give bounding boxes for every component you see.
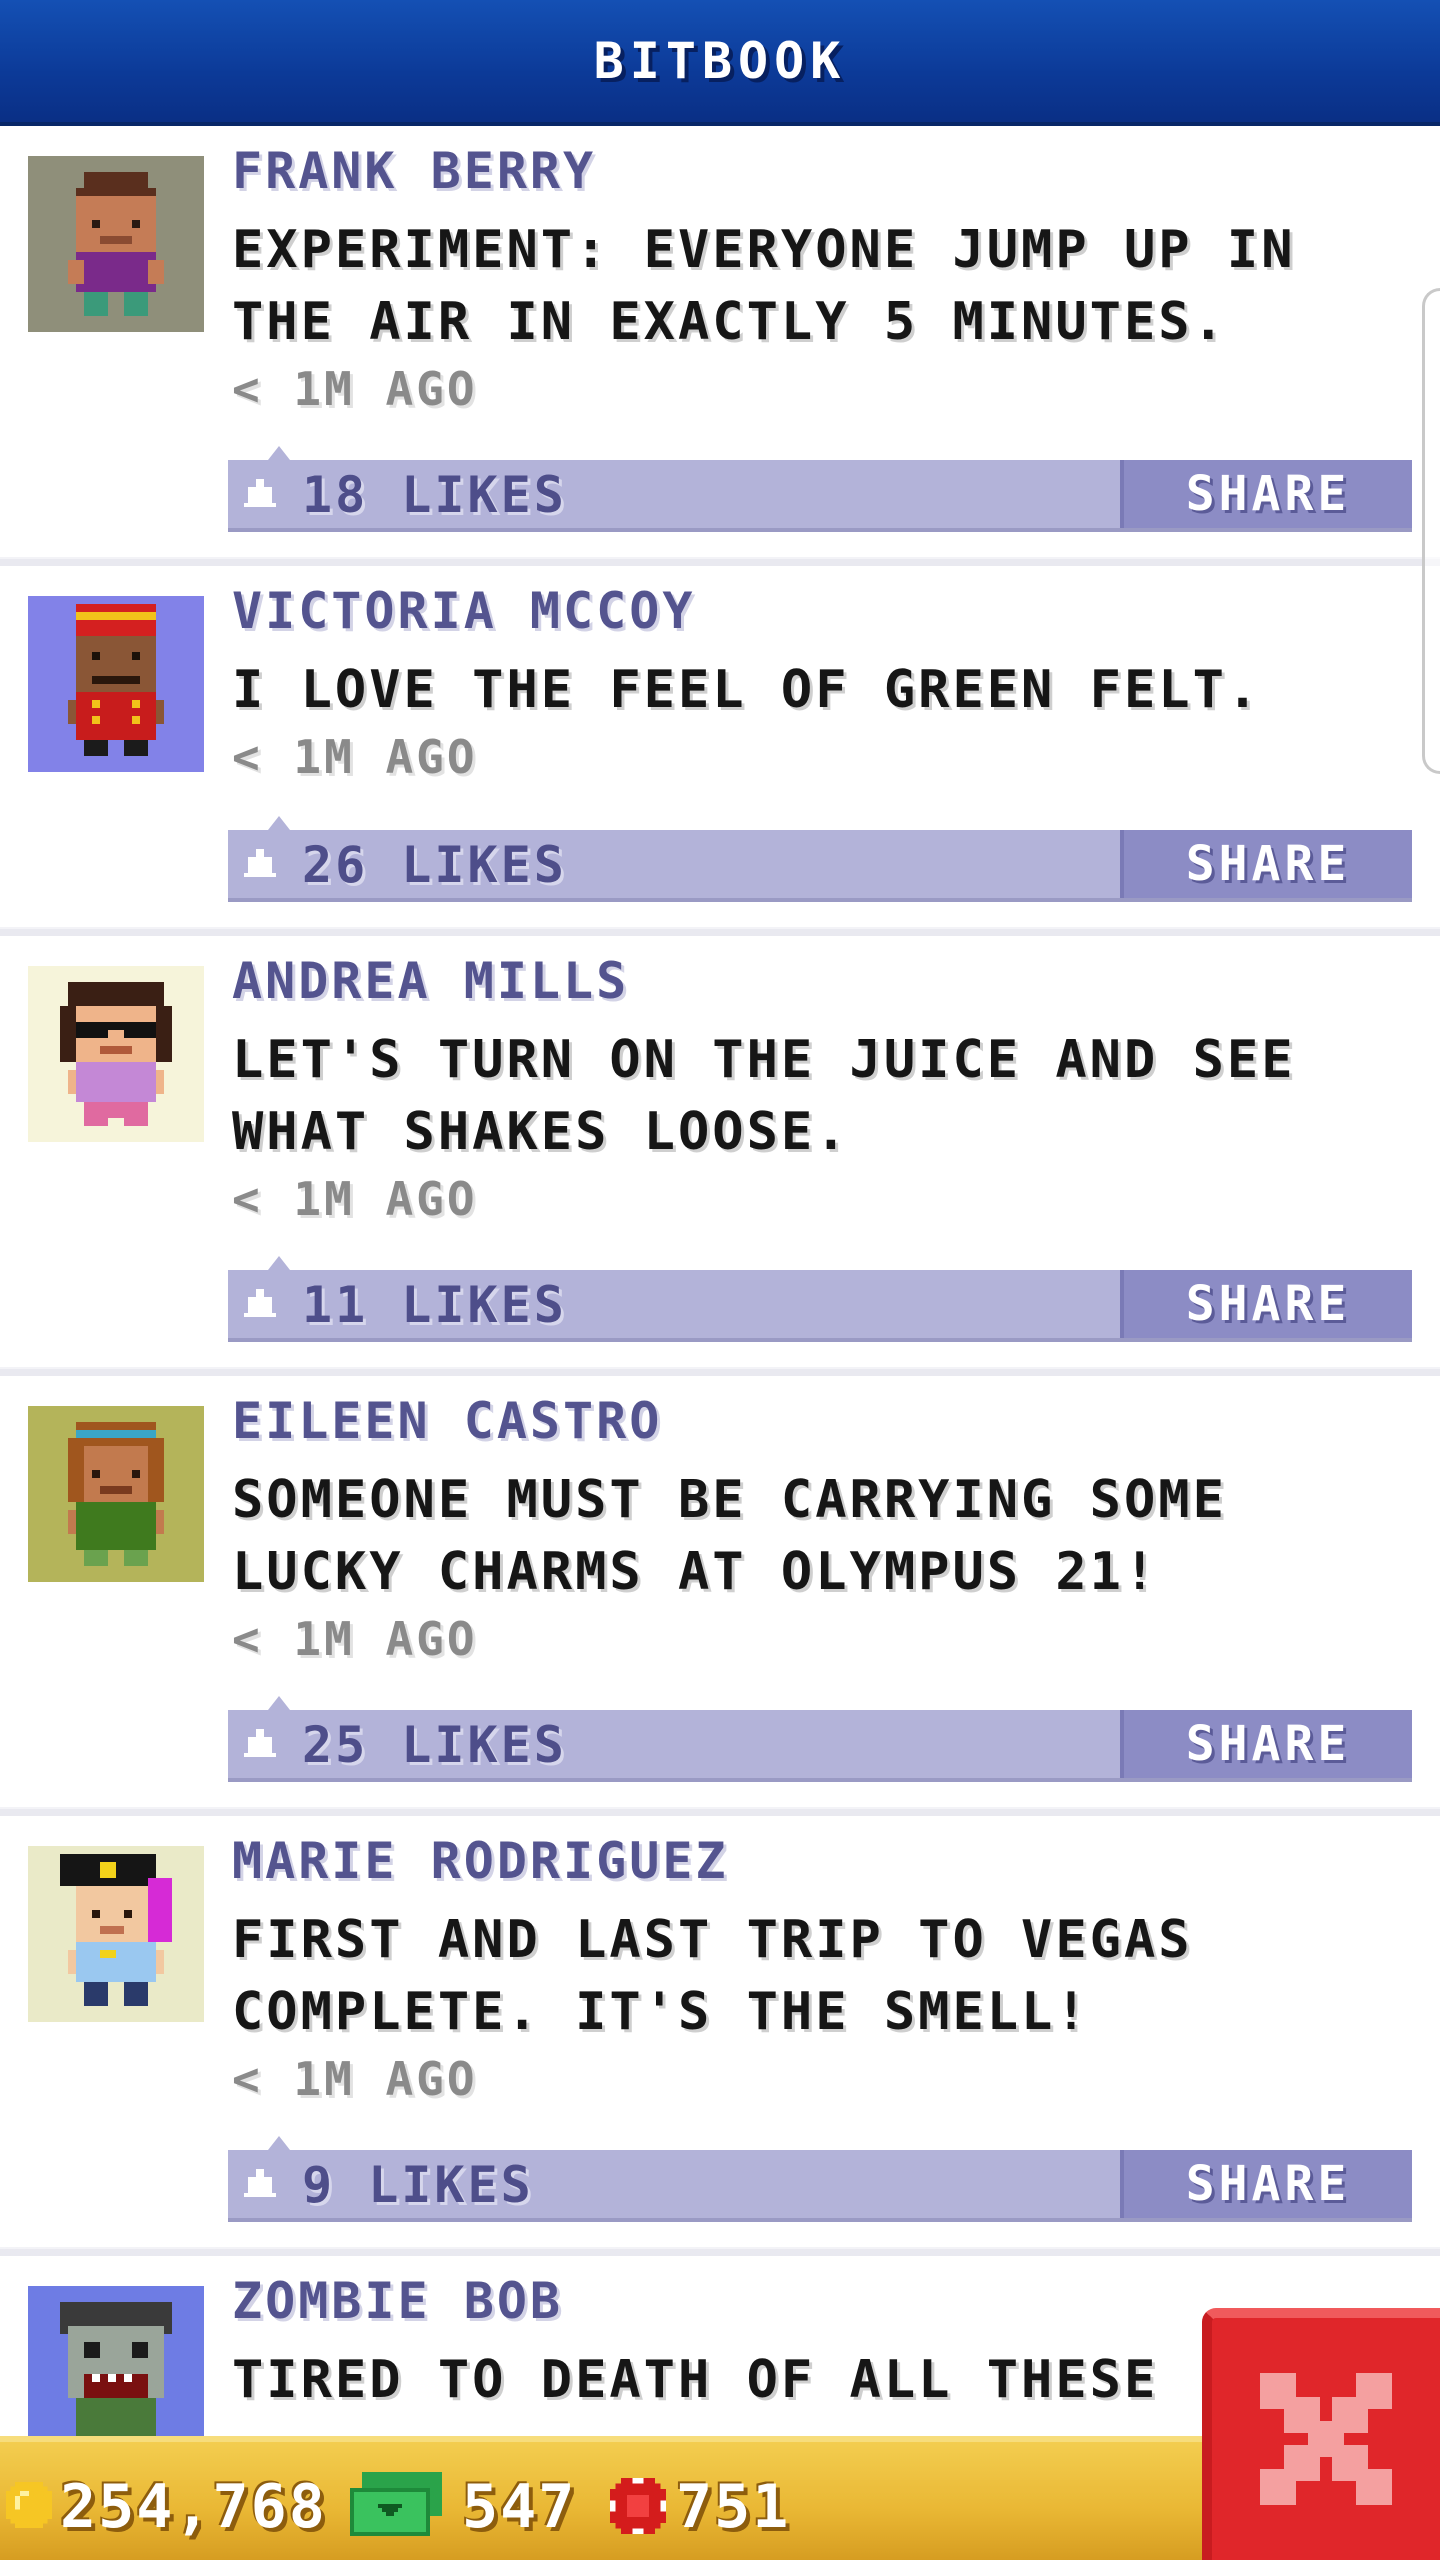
like-count: 9 LIKES xyxy=(302,2156,534,2214)
post-message: I LOVE THE FEEL OF GREEN FELT. xyxy=(232,660,1262,720)
avatar[interactable] xyxy=(28,966,204,1142)
like-bar[interactable]: 25 LIKES SHARE xyxy=(228,1696,1412,1782)
like-count: 26 LIKES xyxy=(302,836,567,894)
share-button[interactable]: SHARE xyxy=(1120,830,1412,898)
like-bar-notch xyxy=(268,2136,290,2150)
like-bar[interactable]: 18 LIKES SHARE xyxy=(228,446,1412,532)
scrollbar-handle[interactable] xyxy=(1422,288,1440,774)
header-bar: BITBOOK xyxy=(0,0,1440,126)
thumbs-up-icon xyxy=(244,2169,276,2197)
police-officer-icon xyxy=(28,1846,204,2022)
share-button[interactable]: SHARE xyxy=(1120,1270,1412,1338)
sunglasses-girl-icon xyxy=(28,966,204,1142)
thumbs-up-icon xyxy=(244,479,276,507)
post-item: VICTORIA MCCOY I LOVE THE FEEL OF GREEN … xyxy=(0,566,1440,936)
post-feed[interactable]: FRANK BERRY EXPERIMENT: EVERYONE JUMP UP… xyxy=(0,126,1440,2436)
post-author[interactable]: ZOMBIE BOB xyxy=(232,2272,563,2330)
post-message: EXPERIMENT: EVERYONE JUMP UP IN THE AIR … xyxy=(232,220,1296,352)
like-bar-notch xyxy=(268,1696,290,1710)
share-button[interactable]: SHARE xyxy=(1120,1710,1412,1778)
share-button[interactable]: SHARE xyxy=(1120,2150,1412,2218)
gold-coin-icon xyxy=(6,2482,52,2528)
post-time: < 1M AGO xyxy=(232,362,478,416)
post-author[interactable]: EILEEN CASTRO xyxy=(232,1392,662,1450)
post-author[interactable]: VICTORIA MCCOY xyxy=(232,582,695,640)
post-time: < 1M AGO xyxy=(232,1612,478,1666)
purple-shirt-boy-icon xyxy=(28,156,204,332)
post-author[interactable]: ANDREA MILLS xyxy=(232,952,629,1010)
like-count: 18 LIKES xyxy=(302,466,567,524)
like-bar-notch xyxy=(268,446,290,460)
post-message: SOMEONE MUST BE CARRYING SOME LUCKY CHAR… xyxy=(232,1470,1227,1602)
like-bar-notch xyxy=(268,816,290,830)
like-bar[interactable]: 26 LIKES SHARE xyxy=(228,816,1412,902)
like-count: 11 LIKES xyxy=(302,1276,567,1334)
post-time: < 1M AGO xyxy=(232,730,478,784)
post-author[interactable]: FRANK BERRY xyxy=(232,142,596,200)
post-item: MARIE RODRIGUEZ FIRST AND LAST TRIP TO V… xyxy=(0,1816,1440,2256)
bitbook-screen: BITBOOK FRANK BERRY EXPERIMENT: EVERYONE… xyxy=(0,0,1440,2560)
avatar[interactable] xyxy=(28,596,204,772)
zombie-icon xyxy=(28,2286,204,2436)
thumbs-up-icon xyxy=(244,1289,276,1317)
close-button[interactable] xyxy=(1202,2308,1440,2560)
like-count: 25 LIKES xyxy=(302,1716,567,1774)
like-bar-notch xyxy=(268,1256,290,1270)
chips-value: 751 xyxy=(676,2472,791,2542)
post-item: FRANK BERRY EXPERIMENT: EVERYONE JUMP UP… xyxy=(0,126,1440,566)
thumbs-up-icon xyxy=(244,1729,276,1757)
bux-cash-icon xyxy=(350,2472,442,2536)
green-dress-girl-icon xyxy=(28,1406,204,1582)
avatar[interactable] xyxy=(28,2286,204,2436)
post-message: LET'S TURN ON THE JUICE AND SEE WHAT SHA… xyxy=(232,1030,1296,1162)
post-author[interactable]: MARIE RODRIGUEZ xyxy=(232,1832,729,1890)
post-time: < 1M AGO xyxy=(232,1172,478,1226)
like-bar[interactable]: 9 LIKES SHARE xyxy=(228,2136,1412,2222)
close-icon xyxy=(1260,2373,1392,2505)
share-button[interactable]: SHARE xyxy=(1120,460,1412,528)
post-item: EILEEN CASTRO SOMEONE MUST BE CARRYING S… xyxy=(0,1376,1440,1816)
avatar[interactable] xyxy=(28,156,204,332)
avatar[interactable] xyxy=(28,1846,204,2022)
like-bar[interactable]: 11 LIKES SHARE xyxy=(228,1256,1412,1342)
post-message: FIRST AND LAST TRIP TO VEGAS COMPLETE. I… xyxy=(232,1910,1193,2042)
casino-chip-icon xyxy=(610,2478,666,2534)
coins-value: 254,768 xyxy=(60,2472,327,2542)
bellhop-icon xyxy=(28,596,204,772)
page-title: BITBOOK xyxy=(593,32,847,90)
post-item: ANDREA MILLS LET'S TURN ON THE JUICE AND… xyxy=(0,936,1440,1376)
post-time: < 1M AGO xyxy=(232,2052,478,2106)
bux-value: 547 xyxy=(462,2472,577,2542)
avatar[interactable] xyxy=(28,1406,204,1582)
thumbs-up-icon xyxy=(244,849,276,877)
